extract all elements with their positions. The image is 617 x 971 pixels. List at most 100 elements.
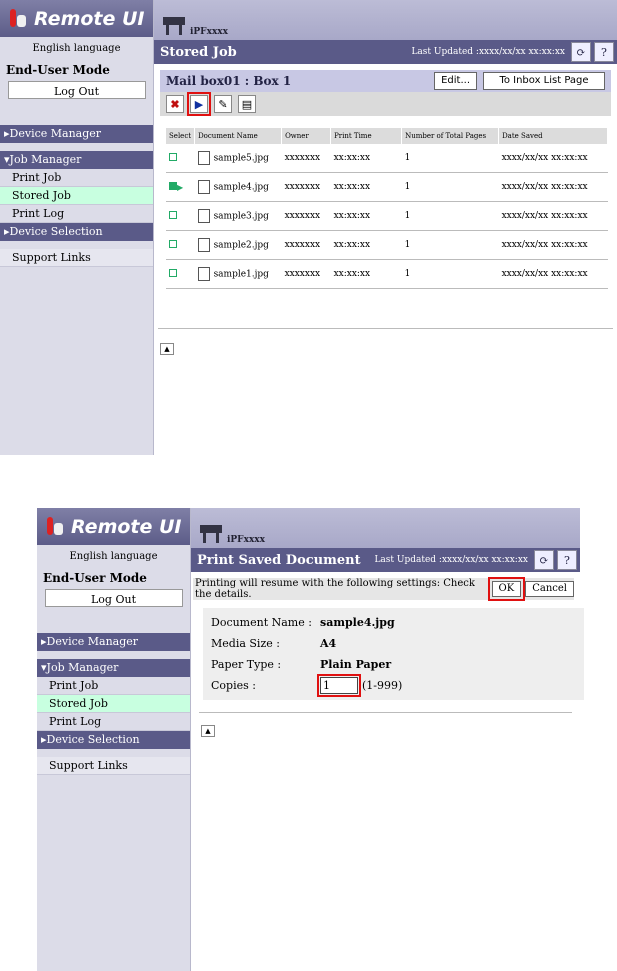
sidebar: Remote UI English language End-User Mode… bbox=[0, 0, 154, 455]
col-pages: Number of Total Pages bbox=[401, 128, 500, 144]
row-date: xxxx/xx/xx xx:xx:xx bbox=[498, 259, 608, 289]
logo-icon bbox=[8, 7, 28, 31]
copies-input[interactable]: 1 bbox=[317, 674, 361, 697]
table-row[interactable]: ▶ sample4.jpg xxxxxxx xx:xx:xx 1 xxxx/xx/xx x… bbox=[166, 172, 608, 202]
row-document[interactable]: sample3.jpg bbox=[194, 201, 282, 231]
row-date: xxxx/xx/xx xx:xx:xx bbox=[498, 230, 608, 260]
edit-button[interactable]: Edit... bbox=[434, 72, 477, 90]
col-select: Select bbox=[166, 128, 196, 144]
language-link[interactable]: English language bbox=[37, 551, 190, 567]
nav-device-selection[interactable]: ▸Device Selection bbox=[0, 223, 153, 241]
checkbox-icon[interactable] bbox=[169, 268, 177, 277]
row-owner: xxxxxxx bbox=[281, 172, 331, 202]
printer-header: iPFxxxx bbox=[154, 0, 617, 40]
file-icon bbox=[197, 180, 210, 194]
row-select[interactable]: ▶ bbox=[166, 172, 195, 202]
row-pages: 1 bbox=[401, 172, 499, 202]
row-select[interactable] bbox=[166, 230, 195, 260]
scroll-top-icon[interactable]: ▲ bbox=[201, 725, 215, 737]
delete-icon[interactable]: ✖ bbox=[166, 95, 184, 113]
checkbox-icon[interactable] bbox=[169, 210, 177, 219]
table-row[interactable]: sample2.jpg xxxxxxx xx:xx:xx 1 xxxx/xx/xx xx… bbox=[166, 230, 608, 260]
scroll-top-icon[interactable]: ▲ bbox=[160, 343, 174, 355]
row-date: xxxx/xx/xx xx:xx:xx bbox=[498, 172, 608, 202]
language-link[interactable]: English language bbox=[0, 43, 153, 59]
table-row[interactable]: sample3.jpg xxxxxxx xx:xx:xx 1 xxxx/xx/xx xx… bbox=[166, 201, 608, 231]
document-edit-icon[interactable]: ✎ bbox=[214, 95, 232, 113]
stored-job-screen: Remote UI English language End-User Mode… bbox=[0, 0, 617, 455]
last-updated: Last Updated :xxxx/xx/xx xx:xx:xx bbox=[374, 555, 528, 565]
row-print-time: xx:xx:xx bbox=[330, 230, 402, 260]
doc-name-row: Document Name : sample4.jpg bbox=[211, 612, 576, 633]
row-document[interactable]: sample4.jpg bbox=[194, 172, 282, 202]
row-select[interactable] bbox=[166, 144, 195, 173]
col-print-time: Print Time bbox=[330, 128, 403, 144]
cancel-button[interactable]: Cancel bbox=[525, 581, 574, 597]
checkbox-icon[interactable] bbox=[169, 152, 177, 161]
logo-text: Remote UI bbox=[71, 515, 182, 538]
row-owner: xxxxxxx bbox=[281, 144, 331, 173]
refresh-icon[interactable]: ⟳ bbox=[571, 42, 591, 62]
nav-support-links[interactable]: Support Links bbox=[37, 757, 190, 775]
help-icon[interactable]: ? bbox=[594, 42, 614, 62]
media-size-label: Media Size : bbox=[211, 637, 280, 650]
paper-type-label: Paper Type : bbox=[211, 658, 282, 671]
print-saved-document-screen: Remote UI English language End-User Mode… bbox=[37, 508, 584, 971]
logout-button[interactable]: Log Out bbox=[44, 589, 183, 607]
row-document[interactable]: sample1.jpg bbox=[194, 259, 282, 289]
table-row[interactable]: sample1.jpg xxxxxxx xx:xx:xx 1 xxxx/xx/xx xx… bbox=[166, 259, 608, 289]
separator bbox=[199, 712, 572, 713]
file-icon bbox=[197, 267, 210, 281]
nav-support-links[interactable]: Support Links bbox=[0, 249, 153, 267]
separator bbox=[158, 328, 613, 329]
table-row[interactable]: sample5.jpg xxxxxxx xx:xx:xx 1 xxxx/xx/xx xx… bbox=[166, 144, 608, 173]
row-document[interactable]: sample2.jpg bbox=[194, 230, 282, 260]
nav-job-manager[interactable]: ▾Job Manager bbox=[37, 659, 190, 677]
row-select[interactable] bbox=[166, 259, 195, 289]
row-pages: 1 bbox=[401, 144, 499, 173]
nav-stored-job[interactable]: Stored Job bbox=[37, 695, 190, 713]
page-title: Stored Job bbox=[160, 44, 237, 60]
col-document-name: Document Name bbox=[194, 128, 283, 144]
nav-stored-job[interactable]: Stored Job bbox=[0, 187, 153, 205]
print-play-icon[interactable]: ▶ bbox=[187, 92, 211, 116]
checkbox-icon[interactable] bbox=[169, 239, 177, 248]
mailbox-title: Mail box01 : Box 1 bbox=[166, 74, 292, 88]
print-settings: Document Name : sample4.jpg Media Size :… bbox=[203, 608, 584, 700]
nav-print-log[interactable]: Print Log bbox=[37, 713, 190, 731]
mailbox-header: Mail box01 : Box 1 Edit... To Inbox List… bbox=[160, 70, 611, 92]
row-print-time: xx:xx:xx bbox=[330, 172, 402, 202]
paper-type-row: Paper Type : Plain Paper bbox=[211, 654, 576, 675]
copies-range: (1-999) bbox=[362, 679, 403, 692]
paper-type-value: Plain Paper bbox=[320, 658, 392, 671]
row-document[interactable]: sample5.jpg bbox=[194, 144, 282, 173]
file-icon bbox=[197, 209, 210, 223]
row-date: xxxx/xx/xx xx:xx:xx bbox=[498, 144, 608, 173]
page-title: Print Saved Document bbox=[197, 552, 361, 568]
printer-icon bbox=[163, 17, 185, 35]
row-owner: xxxxxxx bbox=[281, 259, 331, 289]
nav-job-manager[interactable]: ▾Job Manager bbox=[0, 151, 153, 169]
row-select[interactable] bbox=[166, 201, 195, 231]
row-print-time: xx:xx:xx bbox=[330, 144, 402, 173]
nav-device-selection[interactable]: ▸Device Selection bbox=[37, 731, 190, 749]
nav-device-manager[interactable]: ▸Device Manager bbox=[37, 633, 190, 651]
to-inbox-button[interactable]: To Inbox List Page bbox=[483, 72, 605, 90]
refresh-icon[interactable]: ⟳ bbox=[534, 550, 554, 570]
file-icon bbox=[197, 151, 210, 165]
nav-print-job[interactable]: Print Job bbox=[0, 169, 153, 187]
document-details-icon[interactable]: ▤ bbox=[238, 95, 256, 113]
title-bar: Stored Job Last Updated :xxxx/xx/xx xx:x… bbox=[154, 40, 617, 64]
row-owner: xxxxxxx bbox=[281, 201, 331, 231]
doc-name-label: Document Name : bbox=[211, 616, 312, 629]
checkbox-icon[interactable] bbox=[169, 181, 177, 190]
logout-button[interactable]: Log Out bbox=[7, 81, 146, 99]
col-date-saved: Date Saved bbox=[498, 128, 608, 144]
sidebar: Remote UI English language End-User Mode… bbox=[37, 508, 191, 971]
nav-device-manager[interactable]: ▸Device Manager bbox=[0, 125, 153, 143]
help-icon[interactable]: ? bbox=[557, 550, 577, 570]
nav-print-job[interactable]: Print Job bbox=[37, 677, 190, 695]
file-icon bbox=[197, 238, 210, 252]
ok-button[interactable]: OK bbox=[487, 577, 526, 601]
nav-print-log[interactable]: Print Log bbox=[0, 205, 153, 223]
